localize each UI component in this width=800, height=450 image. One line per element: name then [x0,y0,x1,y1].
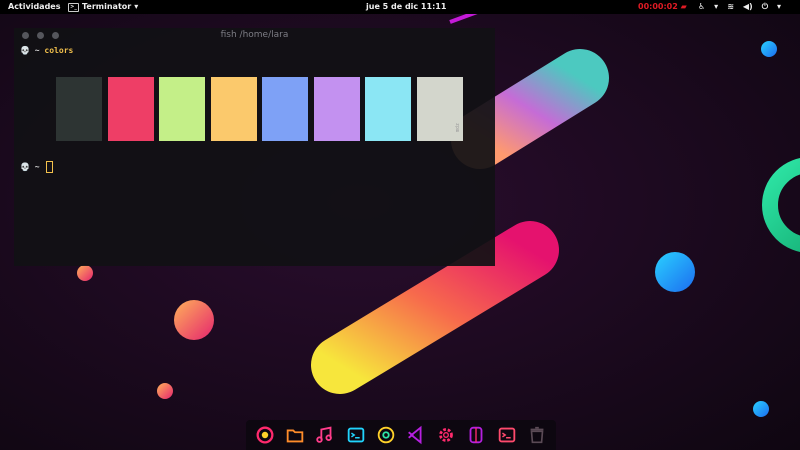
music-icon[interactable] [312,422,338,448]
terminal-app-icon: >_ [68,2,79,12]
trash-icon[interactable] [524,422,550,448]
app-menu[interactable]: >_ Terminator ▾ [68,2,138,12]
color-swatch [107,77,154,141]
volume-icon[interactable]: ◀) [743,2,753,12]
wifi-icon[interactable]: ≋ [727,2,734,12]
minimize-button[interactable] [37,32,44,39]
color-swatch [313,77,360,141]
app-launcher-icon[interactable] [252,422,278,448]
command-line: 💀 ~ colors [20,46,73,55]
command-text: colors [44,46,74,55]
files-icon[interactable] [282,422,308,448]
window-title: fish /home/lara [220,30,289,40]
accessibility-icon[interactable]: ♿ [698,2,705,12]
color-swatch [210,77,257,141]
app-menu-label: Terminator [82,2,132,11]
system-tray[interactable]: ♿ ▾ ≋ ◀) ⏻ ▾ [698,2,781,12]
chevron-down-icon: ▾ [777,2,782,11]
settings-icon[interactable] [433,422,459,448]
vscode-icon[interactable] [403,422,429,448]
switch-icon[interactable] [463,422,489,448]
clock[interactable]: jue 5 de dic 11:11 [366,2,446,12]
color-swatch [159,77,205,141]
record-icon: ▰ [680,2,687,11]
top-bar: Actividades >_ Terminator ▾ jue 5 de dic… [0,0,800,14]
recording-indicator[interactable]: 00:00:02 ▰ [638,2,687,12]
chrome-icon[interactable] [373,422,399,448]
prompt-line[interactable]: 💀 ~ [20,161,54,173]
text-cursor [46,161,54,173]
terminal-window[interactable]: fish /home/lara 💀 ~ colors mdz 💀 ~ [14,28,495,266]
chevron-down-icon: ▾ [714,2,719,11]
chevron-down-icon: ▾ [134,2,139,11]
power-icon[interactable]: ⏻ [762,2,768,12]
prompt: 💀 ~ [20,162,40,172]
terminal-icon[interactable] [343,422,369,448]
activities-button[interactable]: Actividades [8,2,61,12]
maximize-button[interactable] [52,32,59,39]
terminal-titlebar[interactable]: fish /home/lara [14,28,495,43]
color-swatch [56,77,102,141]
prompt: 💀 ~ [20,46,40,55]
terminator-icon[interactable] [494,422,520,448]
color-swatch [262,77,308,141]
recording-timer: 00:00:02 [638,2,678,11]
close-button[interactable] [22,32,29,39]
color-swatch [365,77,411,141]
side-label: mdz [455,122,461,132]
dock [246,420,556,450]
